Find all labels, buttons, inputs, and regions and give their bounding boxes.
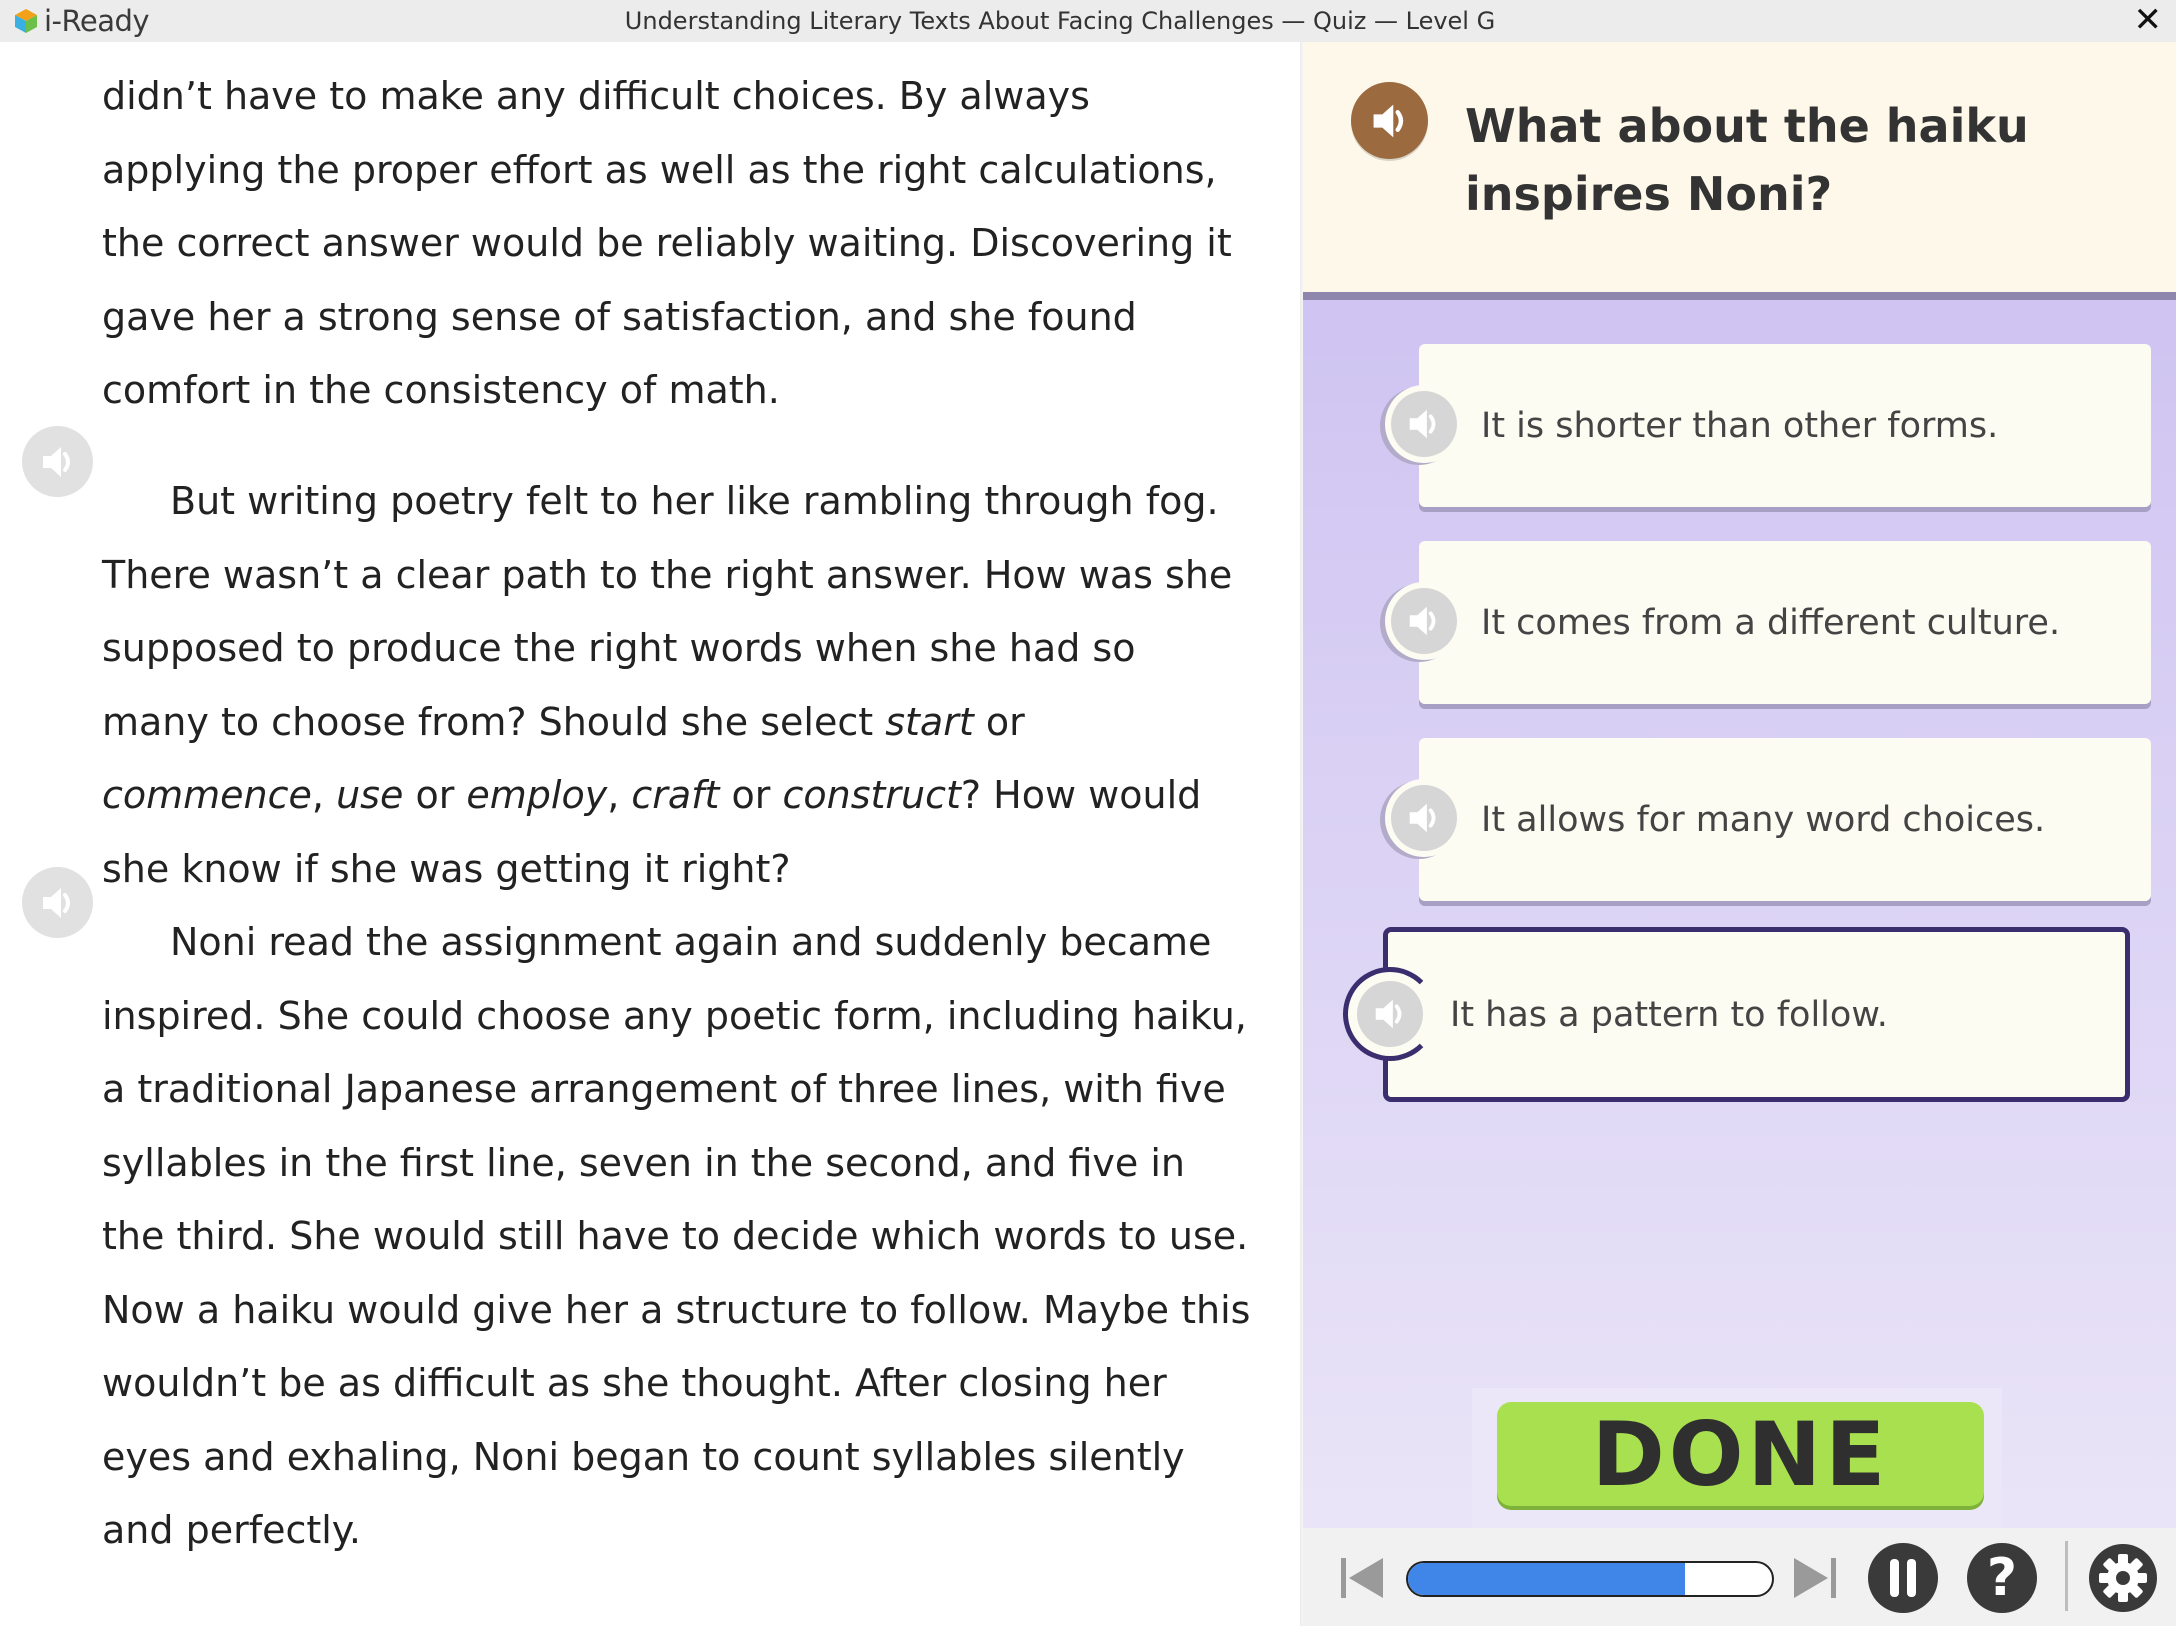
answer-choice-label: It is shorter than other forms. — [1481, 405, 1999, 446]
reading-passage: didn’t have to make any difficult choice… — [0, 42, 1303, 1626]
question-text: What about the haiku inspires Noni? — [1465, 99, 2029, 221]
question-audio-button[interactable] — [1351, 82, 1428, 159]
passage-word: use — [336, 773, 404, 817]
paragraph-2-audio-button[interactable] — [22, 426, 93, 497]
speaker-icon — [42, 887, 70, 918]
close-icon[interactable]: ✕ — [2134, 0, 2163, 40]
speaker-icon — [42, 446, 70, 477]
pause-button[interactable] — [1868, 1543, 1938, 1613]
help-icon: ? — [1986, 1548, 2018, 1608]
skip-forward-glyph — [1794, 1558, 1836, 1598]
passage-text: or — [719, 773, 783, 817]
answer-choice-1[interactable]: It is shorter than other forms. — [1419, 344, 2151, 507]
passage-text: But writing poetry felt to her like ramb… — [102, 479, 1233, 744]
passage-word: employ — [466, 773, 608, 817]
answer-choice-label: It allows for many word choices. — [1481, 799, 2046, 840]
answer-choice-3[interactable]: It allows for many word choices. — [1419, 738, 2151, 901]
passage-word: start — [885, 699, 974, 744]
passage-text: or — [403, 773, 467, 817]
answer-choice-label: It comes from a different culture. — [1481, 602, 2061, 643]
speaker-icon — [1373, 104, 1403, 137]
skip-forward-icon[interactable] — [1791, 1555, 1839, 1601]
skip-back-icon[interactable] — [1338, 1555, 1386, 1601]
audio-button-face — [1391, 785, 1457, 851]
audio-button-face — [1391, 391, 1457, 457]
answer-choice-label: It has a pattern to follow. — [1450, 994, 1888, 1035]
passage-text: Noni read the assignment again and sudde… — [102, 920, 1251, 1552]
answer-choice-1-audio-button[interactable] — [1385, 385, 1463, 463]
speaker-icon — [1409, 606, 1436, 636]
title-bar: i-Ready Understanding Literary Texts Abo… — [0, 0, 2176, 43]
passage-text: or — [973, 699, 1025, 744]
speaker-icon — [1409, 409, 1436, 439]
question-header: What about the haiku inspires Noni? — [1303, 42, 2176, 300]
passage-paragraph-1: didn’t have to make any difficult choice… — [102, 74, 1232, 412]
lesson-progress-bar — [1406, 1561, 1774, 1597]
window-title: Understanding Literary Texts About Facin… — [624, 7, 1496, 35]
answer-choice-4-selected[interactable]: It has a pattern to follow. — [1383, 927, 2130, 1102]
passage-word: construct — [782, 773, 961, 817]
passage-text: , — [311, 773, 337, 817]
pause-icon — [1890, 1559, 1916, 1597]
passage-paragraph-2: But writing poetry felt to her like ramb… — [102, 465, 1252, 906]
toolbar-divider — [2065, 1541, 2068, 1611]
answer-choice-2-audio-button[interactable] — [1385, 582, 1463, 660]
progress-fill — [1408, 1563, 1685, 1595]
skip-back-glyph — [1341, 1558, 1383, 1598]
passage-paragraph-3: Noni read the assignment again and sudde… — [102, 906, 1252, 1568]
done-button[interactable]: DONE — [1497, 1402, 1984, 1506]
help-button[interactable]: ? — [1967, 1543, 2037, 1613]
audio-button-face — [1391, 588, 1457, 654]
paragraph-3-audio-button[interactable] — [22, 867, 93, 938]
settings-button[interactable] — [2088, 1543, 2158, 1613]
passage-word: craft — [631, 773, 720, 817]
audio-button-face — [1357, 981, 1423, 1047]
gear-icon — [2089, 1544, 2157, 1612]
speaker-icon — [1409, 803, 1436, 833]
answer-choice-2[interactable]: It comes from a different culture. — [1419, 541, 2151, 704]
answer-choice-3-audio-button[interactable] — [1385, 779, 1463, 857]
answer-choice-4-audio-button[interactable] — [1343, 967, 1437, 1061]
speaker-icon — [1375, 999, 1402, 1029]
passage-word: commence — [102, 773, 312, 817]
passage-text: , — [607, 773, 632, 817]
